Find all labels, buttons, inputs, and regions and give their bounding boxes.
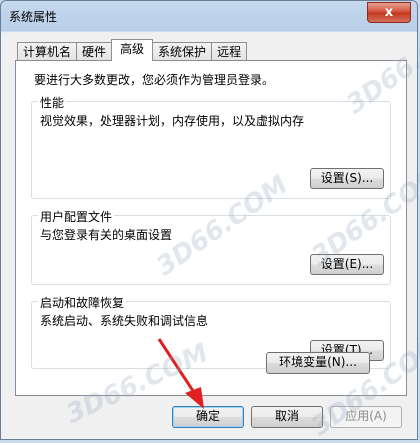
tab-computer-name[interactable]: 计算机名: [17, 42, 78, 61]
performance-settings-button[interactable]: 设置(S)...: [310, 168, 384, 189]
close-button[interactable]: x: [367, 2, 411, 23]
performance-description: 视觉效果，处理器计划，内存使用，以及虚拟内存: [40, 114, 305, 128]
user-profile-group-label: 用户配置文件: [38, 208, 115, 225]
window-title: 系统属性: [9, 10, 58, 24]
performance-group-label: 性能: [38, 94, 67, 111]
user-profile-description: 与您登录有关的桌面设置: [40, 228, 173, 242]
performance-group: 性能 视觉效果，处理器计划，内存使用，以及虚拟内存 设置(S)...: [31, 94, 391, 199]
tab-remote[interactable]: 远程: [211, 42, 248, 61]
tab-system-protection[interactable]: 系统保护: [152, 42, 213, 61]
ok-button[interactable]: 确定: [172, 406, 244, 428]
admin-notice: 要进行大多数更改，您必须作为管理员登录。: [34, 73, 275, 87]
tab-advanced[interactable]: 高级: [111, 39, 154, 61]
system-properties-window: 系统属性 x 计算机名 硬件 高级 系统保护 远程 要进行大多数更改，您必须作为…: [0, 0, 420, 442]
tab-hardware[interactable]: 硬件: [76, 42, 113, 61]
environment-variables-button[interactable]: 环境变量(N)...: [266, 352, 370, 374]
title-bar[interactable]: 系统属性 x: [1, 1, 417, 31]
startup-recovery-description: 系统启动、系统失败和调试信息: [40, 314, 209, 328]
tab-strip: 计算机名 硬件 高级 系统保护 远程: [17, 39, 248, 61]
close-icon: x: [384, 5, 394, 20]
startup-recovery-group-label: 启动和故障恢复: [38, 294, 127, 311]
